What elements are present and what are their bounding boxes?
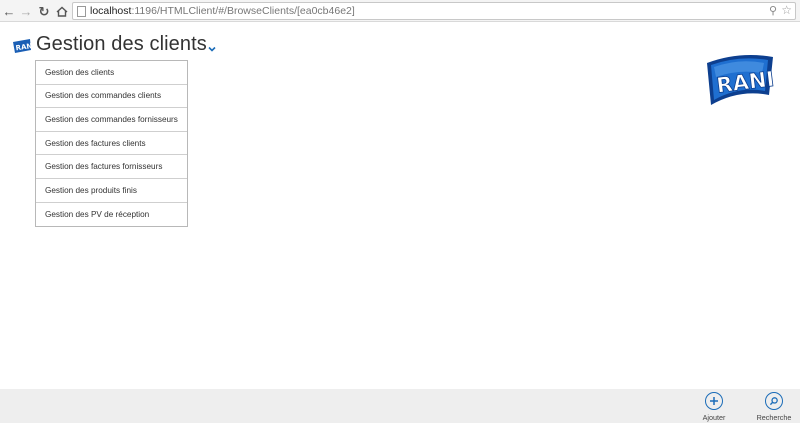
app-logo-icon: RANI [12, 38, 35, 54]
menu-item-commandes-fournisseurs[interactable]: Gestion des commandes fornisseurs [36, 108, 187, 132]
menu-item-pv-reception[interactable]: Gestion des PV de réception [36, 203, 187, 227]
url-text[interactable]: localhost:1196/HTMLClient/#/BrowseClient… [90, 5, 355, 17]
url-path: :1196/HTMLClient/#/BrowseClients/[ea0cb4… [131, 5, 355, 17]
app-logo-text: RANI [15, 42, 32, 53]
reload-icon[interactable]: ↻ [37, 3, 51, 19]
menu-item-commandes-clients[interactable]: Gestion des commandes clients [36, 85, 187, 109]
url-host: localhost [90, 5, 132, 17]
add-button-label: Ajouter [702, 413, 726, 422]
page-title[interactable]: Gestion des clients [36, 33, 207, 56]
forward-arrow-icon[interactable]: → [19, 3, 33, 19]
menu-item-gestion-clients[interactable]: Gestion des clients [36, 61, 187, 85]
page-icon [77, 6, 86, 17]
add-button[interactable]: Ajouter [689, 391, 739, 423]
home-icon[interactable] [55, 3, 69, 19]
menu-item-factures-fournisseurs[interactable]: Gestion des factures fornisseurs [36, 155, 187, 179]
zoom-icon[interactable]: ⚲ [769, 4, 777, 17]
chevron-down-icon[interactable] [207, 41, 217, 52]
plus-circle-icon [705, 392, 723, 410]
address-bar[interactable]: localhost:1196/HTMLClient/#/BrowseClient… [72, 2, 796, 20]
menu-item-produits-finis[interactable]: Gestion des produits finis [36, 179, 187, 203]
screen-dropdown-menu: Gestion des clients Gestion des commande… [35, 60, 188, 228]
brand-logo: RANI [703, 49, 776, 109]
search-button[interactable]: Recherche [749, 391, 799, 423]
bookmark-star-icon[interactable]: ☆ [781, 3, 792, 17]
menu-item-factures-clients[interactable]: Gestion des factures clients [36, 132, 187, 156]
browser-toolbar: ← → ↻ localhost:1196/HTMLClient/#/Browse… [0, 0, 800, 22]
search-circle-icon [765, 392, 783, 410]
search-button-label: Recherche [756, 413, 792, 422]
back-arrow-icon[interactable]: ← [2, 3, 16, 19]
footer-command-bar: Ajouter Recherche [0, 389, 800, 423]
